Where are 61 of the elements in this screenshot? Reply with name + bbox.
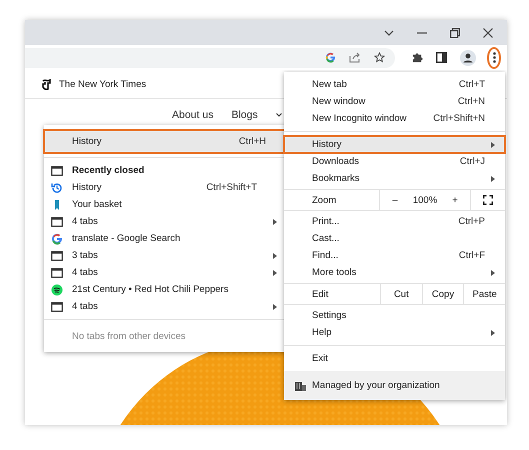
- edit-action-button[interactable]: Cut: [380, 284, 422, 304]
- menu-item[interactable]: 21st Century • Red Hot Chili Peppers: [44, 281, 287, 298]
- menu-item[interactable]: Print... Ctrl+P: [284, 213, 505, 230]
- menu-item[interactable]: 4 tabs: [44, 264, 287, 281]
- profile-icon[interactable]: [460, 50, 476, 66]
- nav-link[interactable]: Blogs: [231, 109, 258, 121]
- managed-text: Managed by your organization: [312, 380, 440, 391]
- menu-button[interactable]: [487, 46, 501, 68]
- kebab-menu-icon: [492, 52, 496, 63]
- building-icon: [295, 380, 306, 390]
- menu-item[interactable]: More tools: [284, 264, 505, 281]
- zoom-out-button[interactable]: –: [380, 190, 410, 210]
- menu-item[interactable]: Settings: [284, 307, 505, 324]
- side-panel-icon[interactable]: [436, 52, 447, 63]
- zoom-label: Zoom: [284, 190, 380, 210]
- menu-item[interactable]: 3 tabs: [44, 247, 287, 264]
- edit-label: Edit: [311, 288, 330, 302]
- menu-item[interactable]: New Incognito window Ctrl+Shift+N: [284, 110, 505, 127]
- minimize-icon[interactable]: [417, 32, 427, 34]
- newspaper-logo-icon: [42, 78, 51, 90]
- menu-item[interactable]: 4 tabs: [44, 298, 287, 315]
- window-icon: [51, 164, 63, 176]
- menu-item[interactable]: History: [284, 136, 505, 153]
- menu-item[interactable]: Exit: [284, 350, 505, 367]
- fullscreen-icon: [483, 195, 493, 205]
- menu-item[interactable]: Find... Ctrl+F: [284, 247, 505, 264]
- site-title[interactable]: The New York Times: [59, 78, 146, 90]
- chevron-down-icon[interactable]: [384, 30, 394, 36]
- zoom-in-button[interactable]: +: [440, 190, 470, 210]
- menu-item[interactable]: 4 tabs: [44, 213, 287, 230]
- menu-item: No tabs from other devices: [71, 330, 187, 344]
- window-icon: [51, 216, 63, 228]
- music-logo-icon: [51, 284, 63, 296]
- close-icon[interactable]: [483, 28, 493, 38]
- puzzle-icon[interactable]: [412, 52, 423, 63]
- menu-item[interactable]: History Ctrl+Shift+T: [44, 179, 287, 196]
- window-icon: [51, 266, 63, 278]
- menu-item[interactable]: translate - Google Search: [44, 230, 287, 247]
- menu-item[interactable]: New tab Ctrl+T: [284, 76, 505, 93]
- edit-action-button[interactable]: Paste: [463, 284, 506, 304]
- nav-link[interactable]: About us: [172, 109, 214, 121]
- window-icon: [51, 250, 63, 262]
- window-icon: [51, 300, 63, 312]
- edit-action-button[interactable]: Copy: [422, 284, 464, 304]
- menu-item[interactable]: Your basket: [44, 196, 287, 213]
- share-icon[interactable]: [349, 52, 361, 63]
- history-clock-icon: [51, 182, 63, 194]
- google-g-icon: [51, 232, 63, 244]
- google-g-icon[interactable]: [325, 52, 336, 63]
- menu-item[interactable]: Cast...: [284, 230, 505, 247]
- star-icon[interactable]: [374, 52, 385, 63]
- menu-item[interactable]: New window Ctrl+N: [284, 93, 505, 110]
- menu-item[interactable]: Help: [284, 324, 505, 341]
- menu-item[interactable]: History Ctrl+H: [44, 130, 287, 153]
- restore-icon[interactable]: [450, 28, 460, 38]
- managed-notice[interactable]: Managed by your organization: [284, 371, 505, 400]
- section-title: Recently closed: [72, 165, 146, 176]
- chevron-down-icon: [276, 113, 282, 117]
- menu-item[interactable]: Downloads Ctrl+J: [284, 153, 505, 170]
- menu-item[interactable]: Bookmarks: [284, 170, 505, 187]
- zoom-level: 100%: [412, 194, 438, 208]
